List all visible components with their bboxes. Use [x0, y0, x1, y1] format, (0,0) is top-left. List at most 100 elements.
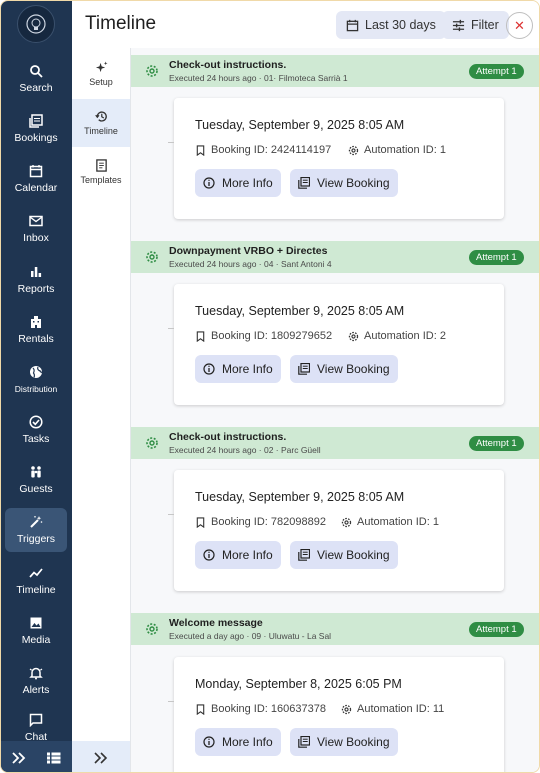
sidebar-item-reports[interactable]: Reports	[5, 258, 67, 302]
booking-id-text: Booking ID: 1809279652	[211, 330, 333, 342]
entry-date: Tuesday, September 9, 2025 8:05 AM	[195, 490, 405, 504]
automation-id: Automation ID: 1	[348, 144, 446, 156]
wand-icon	[30, 516, 43, 528]
sidebar-item-label: Inbox	[23, 232, 49, 244]
date-range-label: Last 30 days	[365, 18, 436, 32]
sidebar-item-label: Search	[19, 82, 53, 94]
sidebar-footer	[1, 741, 72, 772]
booking-id-text: Booking ID: 782098892	[211, 516, 326, 528]
timeline-entry-header: Welcome message Executed a day ago · 09 …	[131, 613, 539, 645]
logo-icon	[26, 14, 46, 34]
automation-id: Automation ID: 2	[348, 330, 446, 342]
view-booking-button[interactable]: View Booking	[290, 728, 398, 756]
timeline-card: Monday, September 8, 2025 6:05 PM Bookin…	[168, 657, 504, 772]
bookings-icon	[298, 549, 310, 561]
sidebar-item-label: Media	[21, 634, 51, 646]
attempt-badge: Attempt 1	[469, 250, 524, 265]
booking-id-text: Booking ID: 160637378	[211, 703, 326, 715]
inbox-icon	[29, 215, 43, 227]
search-icon	[30, 65, 43, 78]
settings-gear-icon	[146, 65, 158, 77]
date-range-button[interactable]: Last 30 days	[336, 11, 446, 39]
app-frame: Search Bookings Calendar Inbox Reports R…	[0, 0, 540, 773]
bookings-icon	[298, 736, 310, 748]
rentals-icon	[31, 316, 41, 328]
sidebar-item-tasks[interactable]: Tasks	[5, 408, 67, 452]
bookmark-icon	[196, 330, 205, 342]
sidebar-item-alerts[interactable]: Alerts	[5, 659, 67, 703]
more-info-button[interactable]: More Info	[195, 169, 281, 197]
double-chevron-right-icon	[94, 751, 108, 764]
sidebar-item-distribution[interactable]: Distribution	[5, 358, 67, 402]
settings-gear-icon	[146, 251, 158, 263]
booking-id: Booking ID: 782098892	[195, 516, 326, 528]
view-booking-label: View Booking	[317, 176, 390, 190]
close-button[interactable]: ✕	[506, 12, 533, 39]
subnav-collapse-button[interactable]	[72, 741, 130, 772]
view-booking-button[interactable]: View Booking	[290, 541, 398, 569]
sidebar-item-bookings[interactable]: Bookings	[5, 107, 67, 151]
sidebar-item-label: Triggers	[16, 533, 56, 545]
info-icon	[203, 363, 215, 375]
view-booking-button[interactable]: View Booking	[290, 169, 398, 197]
entry-date: Tuesday, September 9, 2025 8:05 AM	[195, 118, 405, 132]
sidebar-item-rentals[interactable]: Rentals	[5, 308, 67, 352]
settings-gear-icon	[341, 704, 352, 714]
document-icon	[95, 159, 107, 172]
trigger-subnav: Setup Timeline Templates	[72, 48, 131, 772]
automation-id-text: Automation ID: 11	[357, 703, 445, 715]
entry-subtitle: Executed a day ago · 09 · Uluwatu - La S…	[169, 631, 332, 641]
automation-id: Automation ID: 11	[341, 703, 444, 715]
timeline-list: Check-out instructions. Executed 24 hour…	[131, 48, 539, 772]
more-info-button[interactable]: More Info	[195, 355, 281, 383]
bookings-icon	[298, 363, 310, 375]
tune-icon	[452, 19, 465, 31]
sparkle-icon	[95, 61, 108, 73]
guests-icon	[31, 466, 41, 478]
sidebar-item-timeline[interactable]: Timeline	[5, 559, 67, 603]
image-icon	[30, 617, 42, 629]
timeline-entry-header: Check-out instructions. Executed 24 hour…	[131, 55, 539, 87]
close-icon: ✕	[514, 17, 525, 33]
sidebar-item-triggers[interactable]: Triggers	[5, 508, 67, 552]
view-booking-button[interactable]: View Booking	[290, 355, 398, 383]
filter-label: Filter	[471, 18, 499, 32]
info-icon	[203, 736, 215, 748]
info-icon	[203, 549, 215, 561]
settings-gear-icon	[348, 145, 359, 155]
double-chevron-right-icon[interactable]	[12, 751, 26, 764]
timeline-card: Tuesday, September 9, 2025 8:05 AM Booki…	[168, 98, 504, 219]
subnav-item-templates[interactable]: Templates	[72, 148, 130, 196]
list-view-icon[interactable]	[47, 752, 61, 764]
page-title: Timeline	[85, 13, 157, 34]
main-sidebar: Search Bookings Calendar Inbox Reports R…	[1, 1, 72, 772]
subnav-item-label: Setup	[89, 77, 113, 87]
settings-gear-icon	[146, 437, 158, 449]
bookmark-icon	[196, 516, 205, 528]
bell-icon	[29, 667, 43, 680]
sidebar-item-inbox[interactable]: Inbox	[5, 207, 67, 251]
page-header: Timeline Last 30 days Filter ✕	[72, 1, 539, 48]
automation-id-text: Automation ID: 2	[364, 330, 446, 342]
sidebar-item-label: Reports	[17, 283, 55, 295]
sidebar-item-guests[interactable]: Guests	[5, 458, 67, 502]
booking-id: Booking ID: 160637378	[195, 703, 326, 715]
sidebar-item-media[interactable]: Media	[5, 609, 67, 653]
logo[interactable]	[17, 5, 55, 43]
sidebar-item-search[interactable]: Search	[5, 57, 67, 101]
more-info-button[interactable]: More Info	[195, 541, 281, 569]
entry-subtitle: Executed 24 hours ago · 04 · Sant Antoni…	[169, 259, 332, 269]
filter-button[interactable]: Filter	[442, 11, 509, 39]
sidebar-item-label: Alerts	[22, 684, 50, 696]
sidebar-item-calendar[interactable]: Calendar	[5, 157, 67, 201]
more-info-button[interactable]: More Info	[195, 728, 281, 756]
entry-title: Check-out instructions.	[169, 59, 287, 71]
subnav-item-label: Timeline	[84, 126, 118, 136]
automation-id-text: Automation ID: 1	[357, 516, 439, 528]
entry-date: Tuesday, September 9, 2025 8:05 AM	[195, 304, 405, 318]
subnav-item-timeline[interactable]: Timeline	[72, 99, 130, 147]
timeline-entry-header: Check-out instructions. Executed 24 hour…	[131, 427, 539, 459]
trend-icon	[29, 568, 43, 578]
subnav-item-setup[interactable]: Setup	[72, 50, 130, 98]
entry-title: Downpayment VRBO + Directes	[169, 245, 328, 257]
